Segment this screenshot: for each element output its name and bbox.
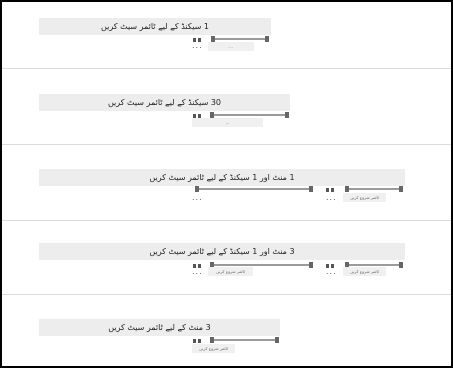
slider-knob-right[interactable] bbox=[309, 262, 313, 268]
row-divider bbox=[2, 294, 451, 295]
action-label-box[interactable]: ... bbox=[208, 42, 254, 51]
more-options[interactable]: ... bbox=[326, 267, 337, 276]
time-range-slider[interactable] bbox=[210, 337, 279, 343]
action-label-box[interactable]: ... bbox=[192, 118, 263, 127]
start-timer-button[interactable]: ٹائمر شروع کریں bbox=[192, 344, 235, 353]
start-timer-button[interactable]: ٹائمر شروع کریں bbox=[343, 267, 386, 276]
timer-command-title[interactable]: 1 منٹ اور 1 سیکنڈ کے لیے ٹائمر سیٹ کریں bbox=[39, 169, 405, 186]
start-timer-button[interactable]: ٹائمر شروع کریں bbox=[208, 267, 253, 276]
more-options[interactable]: ... bbox=[192, 41, 203, 50]
slider-knob-right[interactable] bbox=[265, 36, 269, 42]
slider-knob-right[interactable] bbox=[399, 186, 403, 192]
timer-command-title[interactable]: 1 سیکنڈ کے لیے ٹائمر سیٹ کریں bbox=[39, 18, 271, 35]
row-divider bbox=[2, 144, 451, 145]
row-divider bbox=[2, 68, 451, 69]
slider-knob-right[interactable] bbox=[275, 337, 279, 343]
start-timer-button[interactable]: ٹائمر شروع کریں bbox=[343, 193, 386, 202]
timer-command-title[interactable]: 3 منٹ اور 1 سیکنڈ کے لیے ٹائمر سیٹ کریں bbox=[39, 243, 405, 260]
time-range-slider[interactable] bbox=[195, 186, 313, 192]
time-range-slider[interactable] bbox=[345, 186, 403, 192]
slider-knob-left[interactable] bbox=[195, 186, 199, 192]
slider-knob-right[interactable] bbox=[399, 262, 403, 268]
timer-command-title[interactable]: 30 سیکنڈ کے لیے ٹائمر سیٹ کریں bbox=[39, 94, 290, 111]
row-divider bbox=[2, 220, 451, 221]
timer-command-title[interactable]: 3 منٹ کے لیے ٹائمر سیٹ کریں bbox=[39, 319, 280, 336]
slider-knob-left[interactable] bbox=[345, 186, 349, 192]
more-options[interactable]: ... bbox=[192, 267, 203, 276]
more-options[interactable]: ... bbox=[326, 193, 337, 202]
slider-knob-right[interactable] bbox=[309, 186, 313, 192]
more-options[interactable]: ... bbox=[192, 193, 203, 202]
slider-knob-right[interactable] bbox=[285, 112, 289, 118]
slider-knob-left[interactable] bbox=[210, 337, 214, 343]
